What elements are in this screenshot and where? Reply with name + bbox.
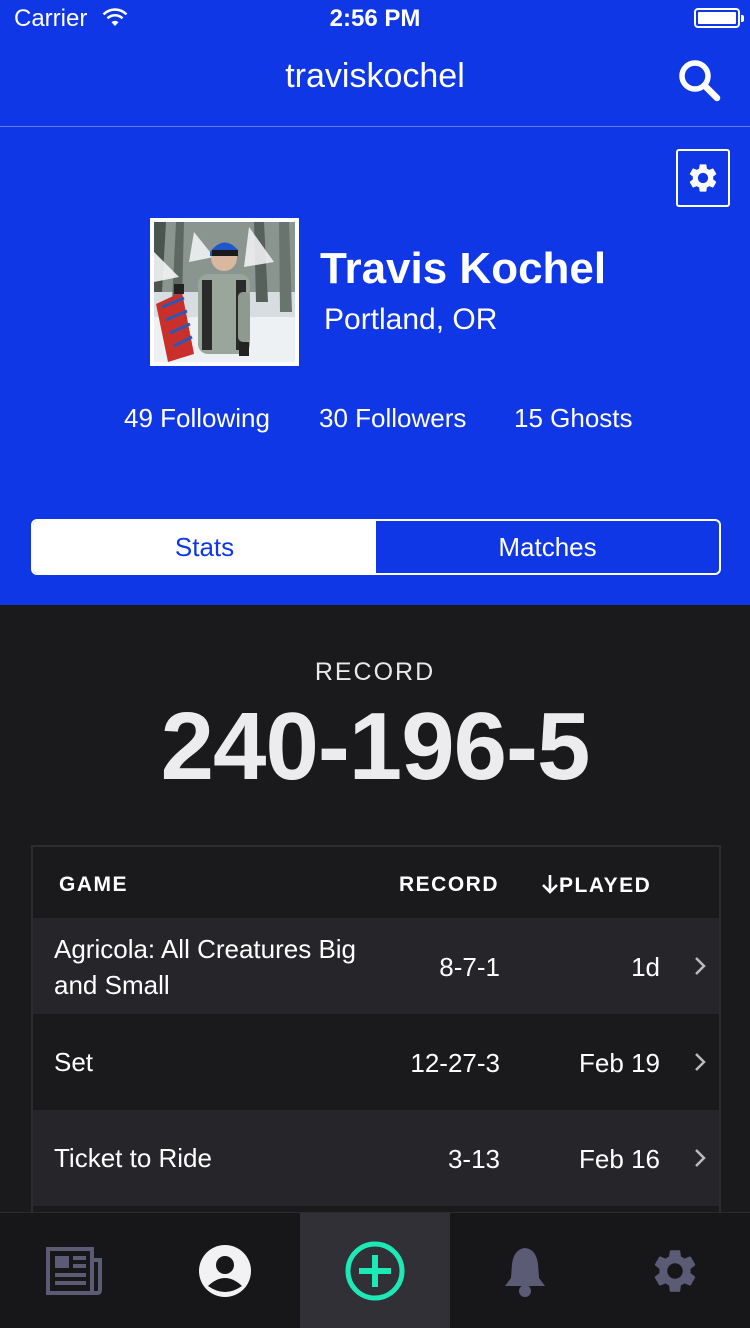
gear-icon [689, 164, 717, 192]
following-count[interactable]: 49 Following [124, 403, 270, 434]
username-title: traviskochel [285, 57, 465, 95]
row-record: 12-27-3 [410, 1048, 500, 1078]
profile-icon [199, 1244, 251, 1297]
record-label: RECORD [314, 658, 436, 686]
row-played: Feb 16 [579, 1144, 660, 1174]
table-row[interactable]: Set 12-27-3 Feb 19 [33, 1014, 719, 1110]
profile-photo [154, 222, 295, 362]
row-game: Ticket to Ride [54, 1143, 212, 1173]
column-played-label: PLAYED [559, 874, 652, 897]
tab-add[interactable] [300, 1213, 450, 1328]
row-game: Set [54, 1047, 94, 1077]
gear-icon [654, 1249, 696, 1292]
column-played[interactable]: PLAYED [541, 873, 651, 898]
table-row[interactable]: Agricola: All Creatures Big and Small 8-… [33, 918, 719, 1014]
battery-icon [694, 8, 744, 28]
row-game: Agricola: All Creatures Big and Small [54, 934, 357, 1000]
row-record: 8-7-1 [439, 952, 500, 982]
chevron-right-icon [695, 1053, 706, 1071]
status-bar: Carrier 2:56 PM [0, 0, 750, 40]
ghosts-count[interactable]: 15 Ghosts [514, 403, 633, 434]
tab-stats[interactable]: Stats [33, 521, 376, 573]
row-played: 1d [631, 952, 660, 982]
arrow-down-icon [542, 875, 558, 894]
bell-icon [505, 1247, 545, 1297]
tab-notifications[interactable] [450, 1213, 600, 1328]
followers-count[interactable]: 30 Followers [319, 403, 466, 434]
tab-settings[interactable] [600, 1213, 750, 1328]
row-played: Feb 19 [579, 1048, 660, 1078]
search-icon[interactable] [676, 57, 722, 103]
tab-feed[interactable] [0, 1213, 150, 1328]
row-record: 3-13 [447, 1144, 500, 1174]
newspaper-icon [46, 1246, 102, 1295]
nav-bar: traviskochel [0, 40, 750, 127]
profile-name: Travis Kochel [320, 244, 607, 293]
chevron-right-icon [695, 957, 706, 975]
chevron-right-icon [695, 1149, 706, 1167]
profile-location: Portland, OR [324, 303, 498, 336]
games-table: GAME RECORD PLAYED Agricola: All Creatur… [31, 845, 721, 1215]
table-row[interactable]: Ticket to Ride 3-13 Feb 16 [33, 1110, 719, 1206]
add-circle-icon [345, 1241, 405, 1300]
tab-profile[interactable] [150, 1213, 300, 1328]
tab-bar [0, 1212, 750, 1328]
tab-matches[interactable]: Matches [376, 521, 719, 573]
avatar[interactable] [150, 218, 299, 366]
settings-button[interactable] [676, 149, 730, 207]
column-record[interactable]: RECORD [399, 873, 499, 897]
record-value: 240-196-5 [160, 693, 591, 800]
column-game[interactable]: GAME [59, 873, 128, 897]
table-header: GAME RECORD PLAYED [33, 847, 719, 918]
clock: 2:56 PM [329, 5, 421, 32]
stats-matches-segment: Stats Matches [31, 519, 721, 575]
